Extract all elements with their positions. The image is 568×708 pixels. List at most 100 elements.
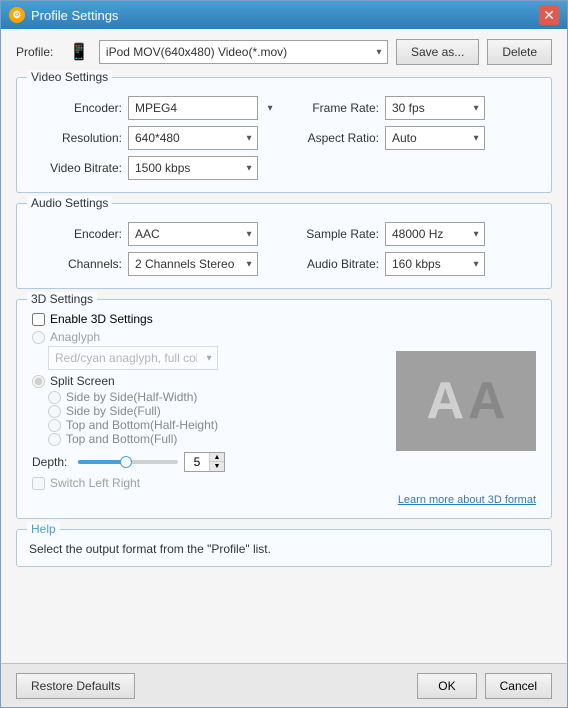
top-bottom-full-label: Top and Bottom(Full) [66,432,177,446]
aspect-ratio-row: Aspect Ratio: Auto ▼ [289,126,536,150]
depth-slider-track[interactable] [78,460,178,464]
depth-value: 5 [185,455,209,469]
encoder-select[interactable]: MPEG4 [128,96,258,120]
video-bitrate-select-wrapper: 1500 kbps ▼ [128,156,258,180]
audio-bitrate-select[interactable]: 160 kbps [385,252,485,276]
depth-slider-fill [78,460,123,464]
anaglyph-row: Anaglyph [32,330,386,344]
3d-settings-title: 3D Settings [27,292,97,306]
channels-row: Channels: 2 Channels Stereo ▼ [32,252,279,276]
window-icon: ⚙ [9,7,25,23]
side-by-side-half-radio[interactable] [48,391,61,404]
anaglyph-select-row: Red/cyan anaglyph, full color ▼ [48,346,386,370]
frame-rate-select-wrapper: 30 fps ▼ [385,96,485,120]
enable-3d-label[interactable]: Enable 3D Settings [50,312,153,326]
top-bottom-half-label: Top and Bottom(Half-Height) [66,418,218,432]
encoder-select-wrapper: MPEG4 ▼ [128,96,279,120]
video-settings-title: Video Settings [27,70,112,84]
preview-aa-right: A [468,371,506,431]
video-settings-grid: Encoder: MPEG4 ▼ Frame Rate: 30 fps [32,96,536,180]
split-screen-radio[interactable] [32,375,45,388]
enable-3d-row: Enable 3D Settings [32,312,386,326]
3d-preview-box: A A [396,351,536,451]
enable-3d-checkbox[interactable] [32,313,45,326]
audio-encoder-label: Encoder: [32,227,122,241]
encoder-label: Encoder: [32,101,122,115]
depth-slider-thumb[interactable] [120,456,132,468]
main-content: Profile: 📱 iPod MOV(640x480) Video(*.mov… [1,29,567,663]
top-bottom-half-radio[interactable] [48,419,61,432]
resolution-select[interactable]: 640*480 [128,126,258,150]
aspect-ratio-select[interactable]: Auto [385,126,485,150]
video-bitrate-label: Video Bitrate: [32,161,122,175]
aspect-ratio-select-wrapper: Auto ▼ [385,126,485,150]
depth-spinner-arrows: ▲ ▼ [209,453,224,471]
resolution-select-wrapper: 640*480 ▼ [128,126,258,150]
anaglyph-select[interactable]: Red/cyan anaglyph, full color [48,346,218,370]
resolution-label: Resolution: [32,131,122,145]
video-bitrate-row: Video Bitrate: 1500 kbps ▼ [32,156,279,180]
sample-rate-select-wrapper: 48000 Hz ▼ [385,222,485,246]
preview-aa-left: A [426,371,464,431]
profile-label: Profile: [16,45,61,59]
audio-encoder-row: Encoder: AAC ▼ [32,222,279,246]
video-bitrate-select[interactable]: 1500 kbps [128,156,258,180]
3d-settings-section: 3D Settings Enable 3D Settings Anaglyph [16,299,552,519]
resolution-row: Resolution: 640*480 ▼ [32,126,279,150]
profile-row: Profile: 📱 iPod MOV(640x480) Video(*.mov… [16,39,552,65]
side-by-side-full-row: Side by Side(Full) [48,404,386,418]
help-section: Help Select the output format from the "… [16,529,552,567]
bottom-bar: Restore Defaults OK Cancel [1,663,567,707]
bottom-right-buttons: OK Cancel [417,673,552,699]
title-bar: ⚙ Profile Settings ✕ [1,1,567,29]
audio-bitrate-select-wrapper: 160 kbps ▼ [385,252,485,276]
aspect-ratio-label: Aspect Ratio: [289,131,379,145]
top-bottom-full-radio[interactable] [48,433,61,446]
profile-select[interactable]: iPod MOV(640x480) Video(*.mov) [99,40,388,64]
anaglyph-radio[interactable] [32,331,45,344]
split-screen-row: Split Screen [32,374,386,388]
cancel-button[interactable]: Cancel [485,673,552,699]
sample-rate-label: Sample Rate: [289,227,379,241]
profile-icon: 📱 [69,42,89,62]
delete-button[interactable]: Delete [487,39,552,65]
frame-rate-row: Frame Rate: 30 fps ▼ [289,96,536,120]
switch-left-right-checkbox[interactable] [32,477,45,490]
save-as-button[interactable]: Save as... [396,39,479,65]
frame-rate-label: Frame Rate: [289,101,379,115]
ok-button[interactable]: OK [417,673,476,699]
audio-encoder-select[interactable]: AAC [128,222,258,246]
audio-bitrate-label: Audio Bitrate: [289,257,379,271]
anaglyph-label[interactable]: Anaglyph [50,330,100,344]
sample-rate-select[interactable]: 48000 Hz [385,222,485,246]
side-by-side-full-radio[interactable] [48,405,61,418]
top-bottom-half-row: Top and Bottom(Half-Height) [48,418,386,432]
3d-settings-left: Enable 3D Settings Anaglyph Red/cyan ana… [32,312,386,490]
empty-cell [289,156,536,180]
audio-settings-grid: Encoder: AAC ▼ Sample Rate: 48000 Hz [32,222,536,276]
side-by-side-full-label: Side by Side(Full) [66,404,161,418]
channels-label: Channels: [32,257,122,271]
audio-settings-section: Audio Settings Encoder: AAC ▼ Sample Rat… [16,203,552,289]
3d-settings-content: Enable 3D Settings Anaglyph Red/cyan ana… [32,312,536,490]
learn-more-link[interactable]: Learn more about 3D format [398,494,536,506]
side-by-side-half-row: Side by Side(Half-Width) [48,390,386,404]
switch-left-right-label: Switch Left Right [50,476,140,490]
profile-select-wrapper: iPod MOV(640x480) Video(*.mov) ▼ [99,40,388,64]
audio-bitrate-row: Audio Bitrate: 160 kbps ▼ [289,252,536,276]
restore-defaults-button[interactable]: Restore Defaults [16,673,135,699]
depth-increment-button[interactable]: ▲ [210,453,224,462]
close-button[interactable]: ✕ [539,5,559,25]
frame-rate-select[interactable]: 30 fps [385,96,485,120]
help-text: Select the output format from the "Profi… [29,542,539,556]
preview-aa: A A [426,371,505,431]
profile-settings-window: ⚙ Profile Settings ✕ Profile: 📱 iPod MOV… [0,0,568,708]
top-bottom-full-row: Top and Bottom(Full) [48,432,386,446]
depth-decrement-button[interactable]: ▼ [210,462,224,471]
sample-rate-row: Sample Rate: 48000 Hz ▼ [289,222,536,246]
window-title: Profile Settings [31,8,539,23]
channels-select[interactable]: 2 Channels Stereo [128,252,258,276]
split-screen-label[interactable]: Split Screen [50,374,115,388]
video-settings-section: Video Settings Encoder: MPEG4 ▼ Frame Ra… [16,77,552,193]
encoder-row: Encoder: MPEG4 ▼ [32,96,279,120]
